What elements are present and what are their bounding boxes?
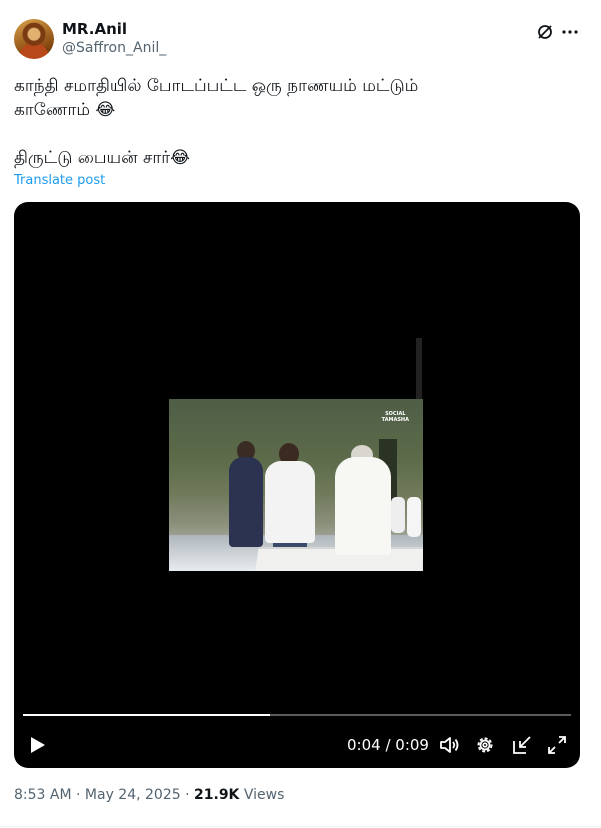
volume-icon[interactable] <box>438 734 460 756</box>
video-watermark: SOCIAL TAMASHA <box>382 411 409 423</box>
more-icon[interactable] <box>560 22 580 42</box>
video-progress-bar[interactable] <box>23 714 571 716</box>
settings-icon[interactable] <box>474 734 496 756</box>
pip-icon[interactable] <box>511 734 533 756</box>
tweet-date[interactable]: May 24, 2025 <box>85 787 181 803</box>
author-name[interactable]: MR.Anil <box>62 20 127 38</box>
divider <box>0 826 601 827</box>
video-player[interactable]: SOCIAL TAMASHA 0:04 / 0:09 <box>14 202 580 768</box>
fullscreen-icon[interactable] <box>546 734 568 756</box>
avatar[interactable] <box>14 19 54 59</box>
watermark-line2: TAMASHA <box>381 417 409 423</box>
translate-link[interactable]: Translate post <box>14 173 105 188</box>
video-frame: SOCIAL TAMASHA <box>169 399 423 571</box>
person-figure <box>229 457 263 547</box>
person-figure <box>265 461 315 543</box>
person-figure <box>391 497 405 533</box>
video-progress-fill <box>23 714 270 716</box>
tweet-text: காந்தி சமாதியில் போடப்பட்ட ஒரு நாணயம் மட… <box>14 76 419 168</box>
author-handle[interactable]: @Saffron_Anil_ <box>62 40 166 56</box>
tweet-meta: 8:53 AM · May 24, 2025 · 21.9K Views <box>14 787 285 803</box>
views-label: Views <box>243 787 285 803</box>
video-artifact <box>416 338 422 400</box>
tweet-time[interactable]: 8:53 AM <box>14 787 72 803</box>
play-icon[interactable] <box>26 734 48 756</box>
grok-icon[interactable] <box>535 22 555 42</box>
person-figure <box>407 497 421 537</box>
views-count: 21.9K <box>194 787 240 803</box>
person-figure <box>335 457 391 555</box>
video-time: 0:04 / 0:09 <box>347 736 429 754</box>
